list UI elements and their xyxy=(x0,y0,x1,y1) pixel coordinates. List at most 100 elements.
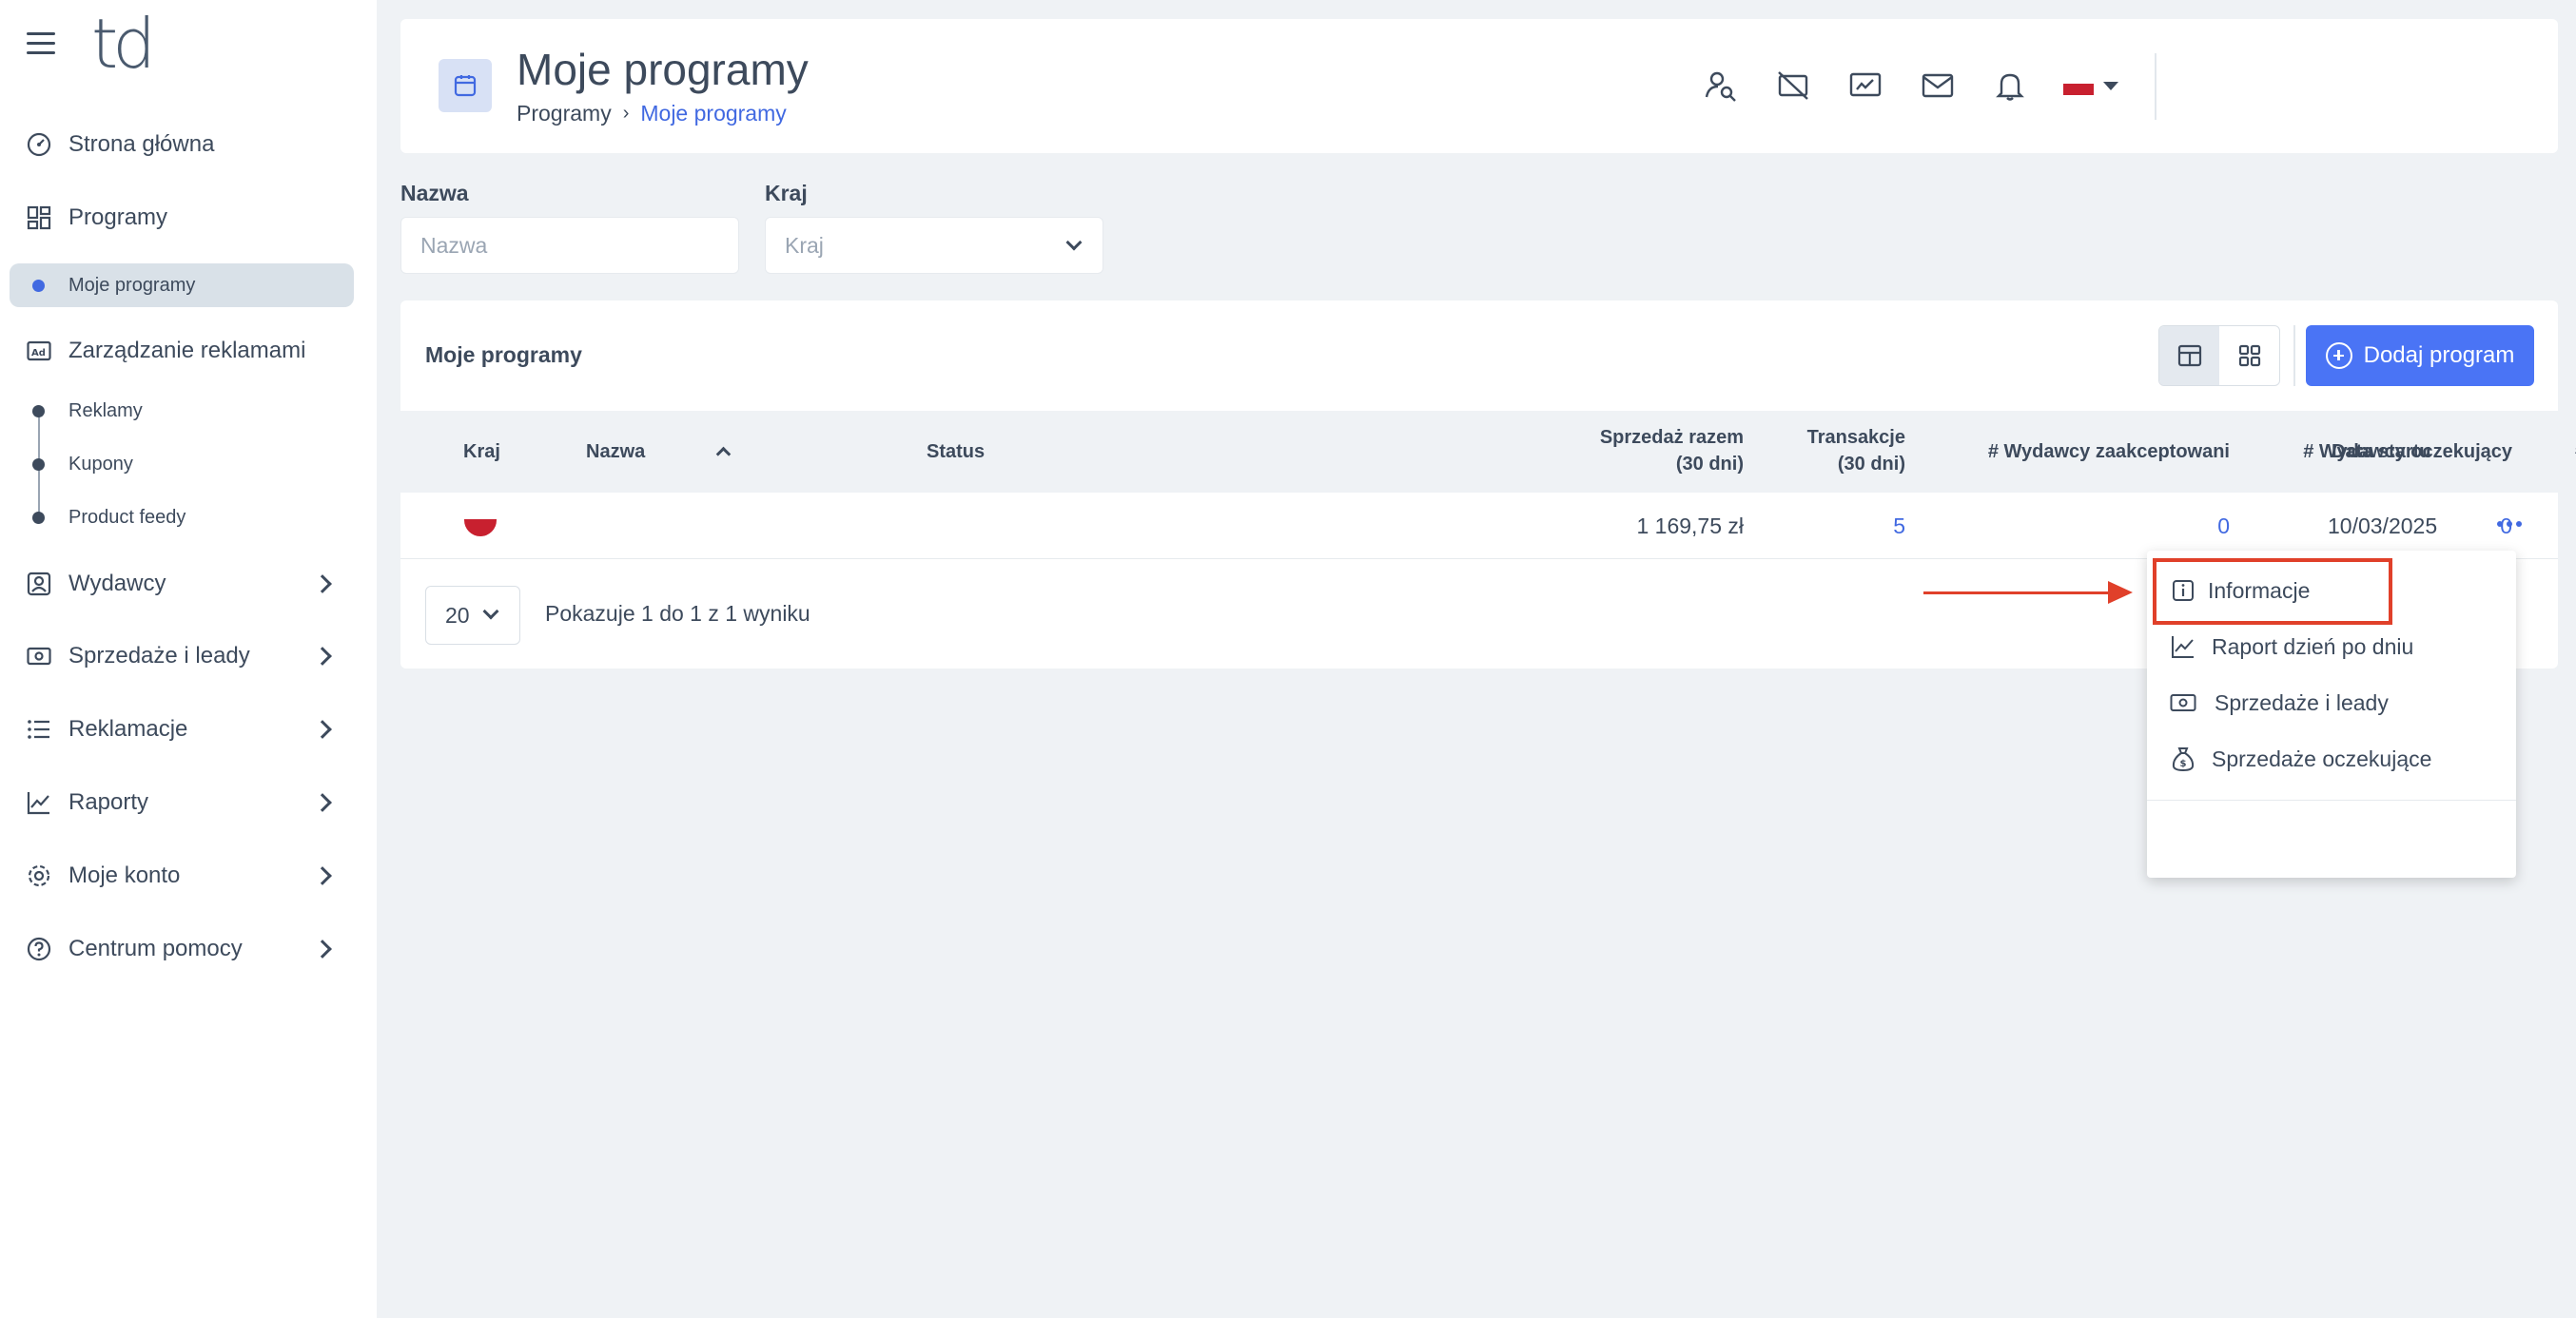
page-size-value: 20 xyxy=(445,602,470,628)
publisher-icon xyxy=(27,572,51,596)
breadcrumb-item-my-programs[interactable]: Moje programy xyxy=(640,101,786,126)
breadcrumb: Programy › Moje programy xyxy=(517,101,787,126)
caret-down-icon xyxy=(2103,81,2118,90)
svg-text:Ad: Ad xyxy=(31,348,46,359)
chevron-down-icon xyxy=(1065,234,1083,251)
sidebar-item-my-account[interactable]: Moje konto xyxy=(0,855,377,897)
language-selector[interactable] xyxy=(2063,76,2118,95)
breadcrumb-item-programs[interactable]: Programy xyxy=(517,101,612,126)
sidebar-item-ads[interactable]: Reklamy xyxy=(0,390,377,432)
add-program-button[interactable]: Dodaj program xyxy=(2306,325,2534,386)
menu-item-sales-leads[interactable]: Sprzedaże i leady xyxy=(2147,676,2516,729)
toolbar-divider xyxy=(2293,325,2295,386)
header-divider xyxy=(2155,53,2156,120)
page-size-select[interactable]: 20 xyxy=(425,586,520,645)
sidebar-item-label: Raporty xyxy=(68,789,149,815)
sidebar-item-complaints[interactable]: Reklamacje xyxy=(0,708,377,750)
sidebar-item-label: Strona główna xyxy=(68,131,215,157)
ad-off-icon[interactable] xyxy=(1774,67,1812,105)
sidebar-item-my-programs[interactable]: Moje programy xyxy=(10,263,354,307)
sidebar-item-label: Wydawcy xyxy=(68,571,166,596)
menu-item-pending-sales[interactable]: $ Sprzedaże oczekujące xyxy=(2147,732,2516,785)
sidebar-item-label: Moje programy xyxy=(68,274,196,296)
signature-icon[interactable] xyxy=(1846,67,1884,105)
table-view-icon[interactable] xyxy=(2159,326,2219,385)
sidebar-item-sales-leads[interactable]: Sprzedaże i leady xyxy=(0,635,377,677)
name-filter-label: Nazwa xyxy=(400,181,469,205)
chevron-right-icon xyxy=(313,866,332,885)
sidebar: td Strona główna Programy Moje programy … xyxy=(0,0,377,1318)
chevron-right-icon xyxy=(313,793,332,812)
sidebar-item-label: Moje konto xyxy=(68,863,181,888)
gear-icon xyxy=(28,864,50,887)
column-header-start-date[interactable]: Data startu xyxy=(2332,438,2430,465)
poland-flag-icon xyxy=(2063,76,2094,95)
page-header: Moje programy Programy › Moje programy xyxy=(400,19,2558,153)
calendar-icon xyxy=(439,59,492,112)
logo[interactable]: td xyxy=(91,8,177,80)
help-icon xyxy=(27,937,51,961)
chart-line-icon xyxy=(2170,633,2196,660)
sidebar-item-ad-management[interactable]: Ad Zarządzanie reklamami xyxy=(0,330,377,372)
arrow-annotation-head xyxy=(2108,581,2133,604)
bullet-icon xyxy=(32,511,45,524)
sidebar-item-label: Kupony xyxy=(68,453,133,475)
sidebar-item-product-feeds[interactable]: Product feedy xyxy=(0,496,377,538)
chevron-right-icon xyxy=(313,940,332,959)
sort-ascending-icon[interactable] xyxy=(715,446,732,462)
money-icon xyxy=(2170,689,2196,716)
column-header-country[interactable]: Kraj xyxy=(463,438,500,465)
table-row[interactable]: 1 169,75 zł 5 0 0 0 10/03/2025 xyxy=(400,493,2558,559)
sidebar-item-label: Reklamacje xyxy=(68,716,188,742)
add-program-label: Dodaj program xyxy=(2363,342,2515,368)
bullet-icon xyxy=(32,404,45,417)
chevron-right-icon: › xyxy=(622,103,630,124)
arrow-annotation-line xyxy=(1923,591,2112,594)
column-header-name[interactable]: Nazwa xyxy=(586,438,645,465)
chevron-right-icon xyxy=(313,574,332,593)
bell-icon[interactable] xyxy=(1991,67,2029,105)
chart-line-icon xyxy=(27,792,49,815)
mail-icon[interactable] xyxy=(1919,67,1957,105)
country-filter-select[interactable]: Kraj xyxy=(765,217,1103,274)
grid-icon xyxy=(27,205,51,230)
table-title: Moje programy xyxy=(425,342,582,367)
header-toolbar xyxy=(1702,67,2118,105)
column-header-status[interactable]: Status xyxy=(927,438,985,465)
sidebar-item-label: Reklamy xyxy=(68,399,143,421)
plus-circle-icon xyxy=(2325,342,2352,369)
sidebar-item-coupons[interactable]: Kupony xyxy=(0,443,377,485)
sidebar-item-programs[interactable]: Programy xyxy=(0,197,377,239)
sidebar-item-publishers[interactable]: Wydawcy xyxy=(0,563,377,605)
chevron-right-icon xyxy=(313,720,332,739)
page-title: Moje programy xyxy=(517,45,809,94)
table-header: Kraj Nazwa Status Sprzedaż razem (30 dni… xyxy=(400,411,2576,493)
active-dot-icon xyxy=(32,279,45,292)
list-icon xyxy=(28,720,49,739)
country-filter-label: Kraj xyxy=(765,181,808,205)
sidebar-item-label: Zarządzanie reklamami xyxy=(68,338,306,363)
menu-item-label: Raport dzień po dniu xyxy=(2212,633,2414,659)
menu-divider xyxy=(2147,800,2516,801)
sidebar-item-label: Product feedy xyxy=(68,506,186,528)
grid-view-icon[interactable] xyxy=(2219,326,2279,385)
menu-item-label: Sprzedaże i leady xyxy=(2215,689,2389,715)
sidebar-item-reports[interactable]: Raporty xyxy=(0,782,377,824)
sidebar-item-label: Programy xyxy=(68,204,168,230)
sidebar-item-home[interactable]: Strona główna xyxy=(0,124,377,165)
more-actions-icon[interactable] xyxy=(2497,521,2522,527)
svg-text:$: $ xyxy=(2180,759,2187,769)
sidebar-item-label: Sprzedaże i leady xyxy=(68,643,250,669)
ad-icon: Ad xyxy=(27,340,51,361)
bullet-icon xyxy=(32,457,45,471)
country-select-placeholder: Kraj xyxy=(785,232,824,258)
highlight-annotation xyxy=(2153,558,2392,625)
menu-icon[interactable] xyxy=(27,32,55,55)
chevron-down-icon xyxy=(482,603,499,620)
menu-item-daily-report[interactable]: Raport dzień po dniu xyxy=(2147,620,2516,673)
menu-item-label: Sprzedaże oczekujące xyxy=(2212,746,2432,771)
money-icon xyxy=(27,647,51,666)
user-search-icon[interactable] xyxy=(1702,67,1740,105)
sidebar-item-help-center[interactable]: Centrum pomocy xyxy=(0,928,377,970)
name-filter-input[interactable]: Nazwa xyxy=(400,217,739,274)
